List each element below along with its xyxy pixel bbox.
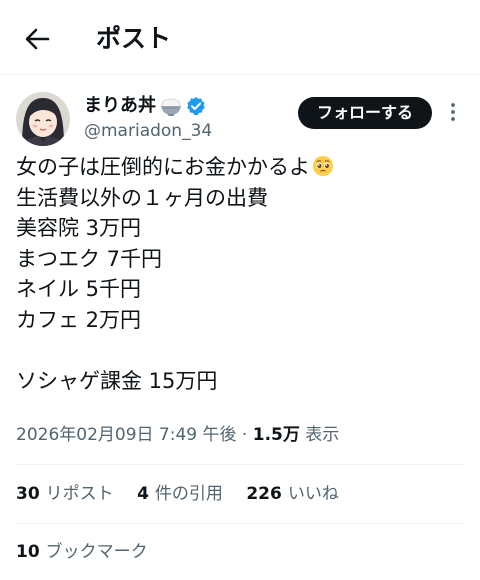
reposts-count: 30	[16, 484, 40, 504]
bookmarks-count: 10	[16, 542, 40, 562]
post-line-blank	[16, 335, 464, 366]
more-vertical-icon	[451, 103, 455, 121]
reposts-label: リポスト	[45, 484, 114, 504]
post-line: まつエク 7千円	[16, 246, 163, 271]
quotes-label: 件の引用	[154, 484, 223, 504]
views-label: 表示	[305, 425, 340, 445]
post-timestamp[interactable]: 2026年02月09日 7:49 午後	[16, 425, 237, 445]
views-count: 1.5万	[252, 425, 300, 445]
likes-count: 226	[246, 484, 282, 504]
top-bar: ポスト	[0, 0, 480, 78]
pleading-face-icon	[313, 156, 333, 176]
post-line: カフェ 2万円	[16, 307, 142, 332]
post-line: 美容院 3万円	[16, 216, 142, 240]
more-options-button[interactable]	[446, 100, 460, 124]
bookmarks-stat[interactable]: 10 ブックマーク	[16, 539, 148, 565]
stats-divider-top	[16, 464, 464, 465]
back-button[interactable]	[22, 24, 52, 54]
bookmarks-label: ブックマーク	[45, 542, 148, 562]
author-name-row[interactable]: まりあ丼	[84, 94, 206, 118]
post-line: 女の子は圧倒的にお金かかるよ	[16, 152, 464, 183]
quotes-stat[interactable]: 4 件の引用	[137, 481, 223, 507]
follow-button[interactable]: フォローする	[298, 97, 432, 129]
meta-separator: ·	[241, 425, 248, 445]
header-divider	[0, 74, 480, 75]
post-line: ソシャゲ課金 15万円	[16, 368, 218, 393]
author-handle[interactable]: @mariadon_34	[84, 120, 212, 142]
reposts-stat[interactable]: 30 リポスト	[16, 481, 114, 507]
likes-label: いいね	[287, 484, 339, 504]
post-meta: 2026年02月09日 7:49 午後 · 1.5万 表示	[16, 422, 339, 448]
avatar-illustration	[16, 92, 70, 146]
stats-divider-bottom	[16, 523, 464, 524]
quotes-count: 4	[137, 484, 149, 504]
engagement-stats: 30 リポスト 4 件の引用 226 いいね	[16, 481, 357, 507]
avatar[interactable]	[16, 92, 70, 146]
post-line: ネイル 5千円	[16, 277, 142, 301]
arrow-left-icon	[25, 28, 50, 50]
verified-badge-icon	[187, 97, 205, 116]
post-line: 生活費以外の１ヶ月の出費	[16, 185, 268, 210]
page-title: ポスト	[96, 24, 172, 53]
rice-bowl-icon	[161, 98, 181, 116]
author-name[interactable]: まりあ丼	[84, 94, 156, 118]
post-text: 女の子は圧倒的にお金かかるよ 生活費以外の１ヶ月の出費 美容院 3万円 まつエク…	[16, 152, 464, 396]
likes-stat[interactable]: 226 いいね	[246, 481, 339, 507]
